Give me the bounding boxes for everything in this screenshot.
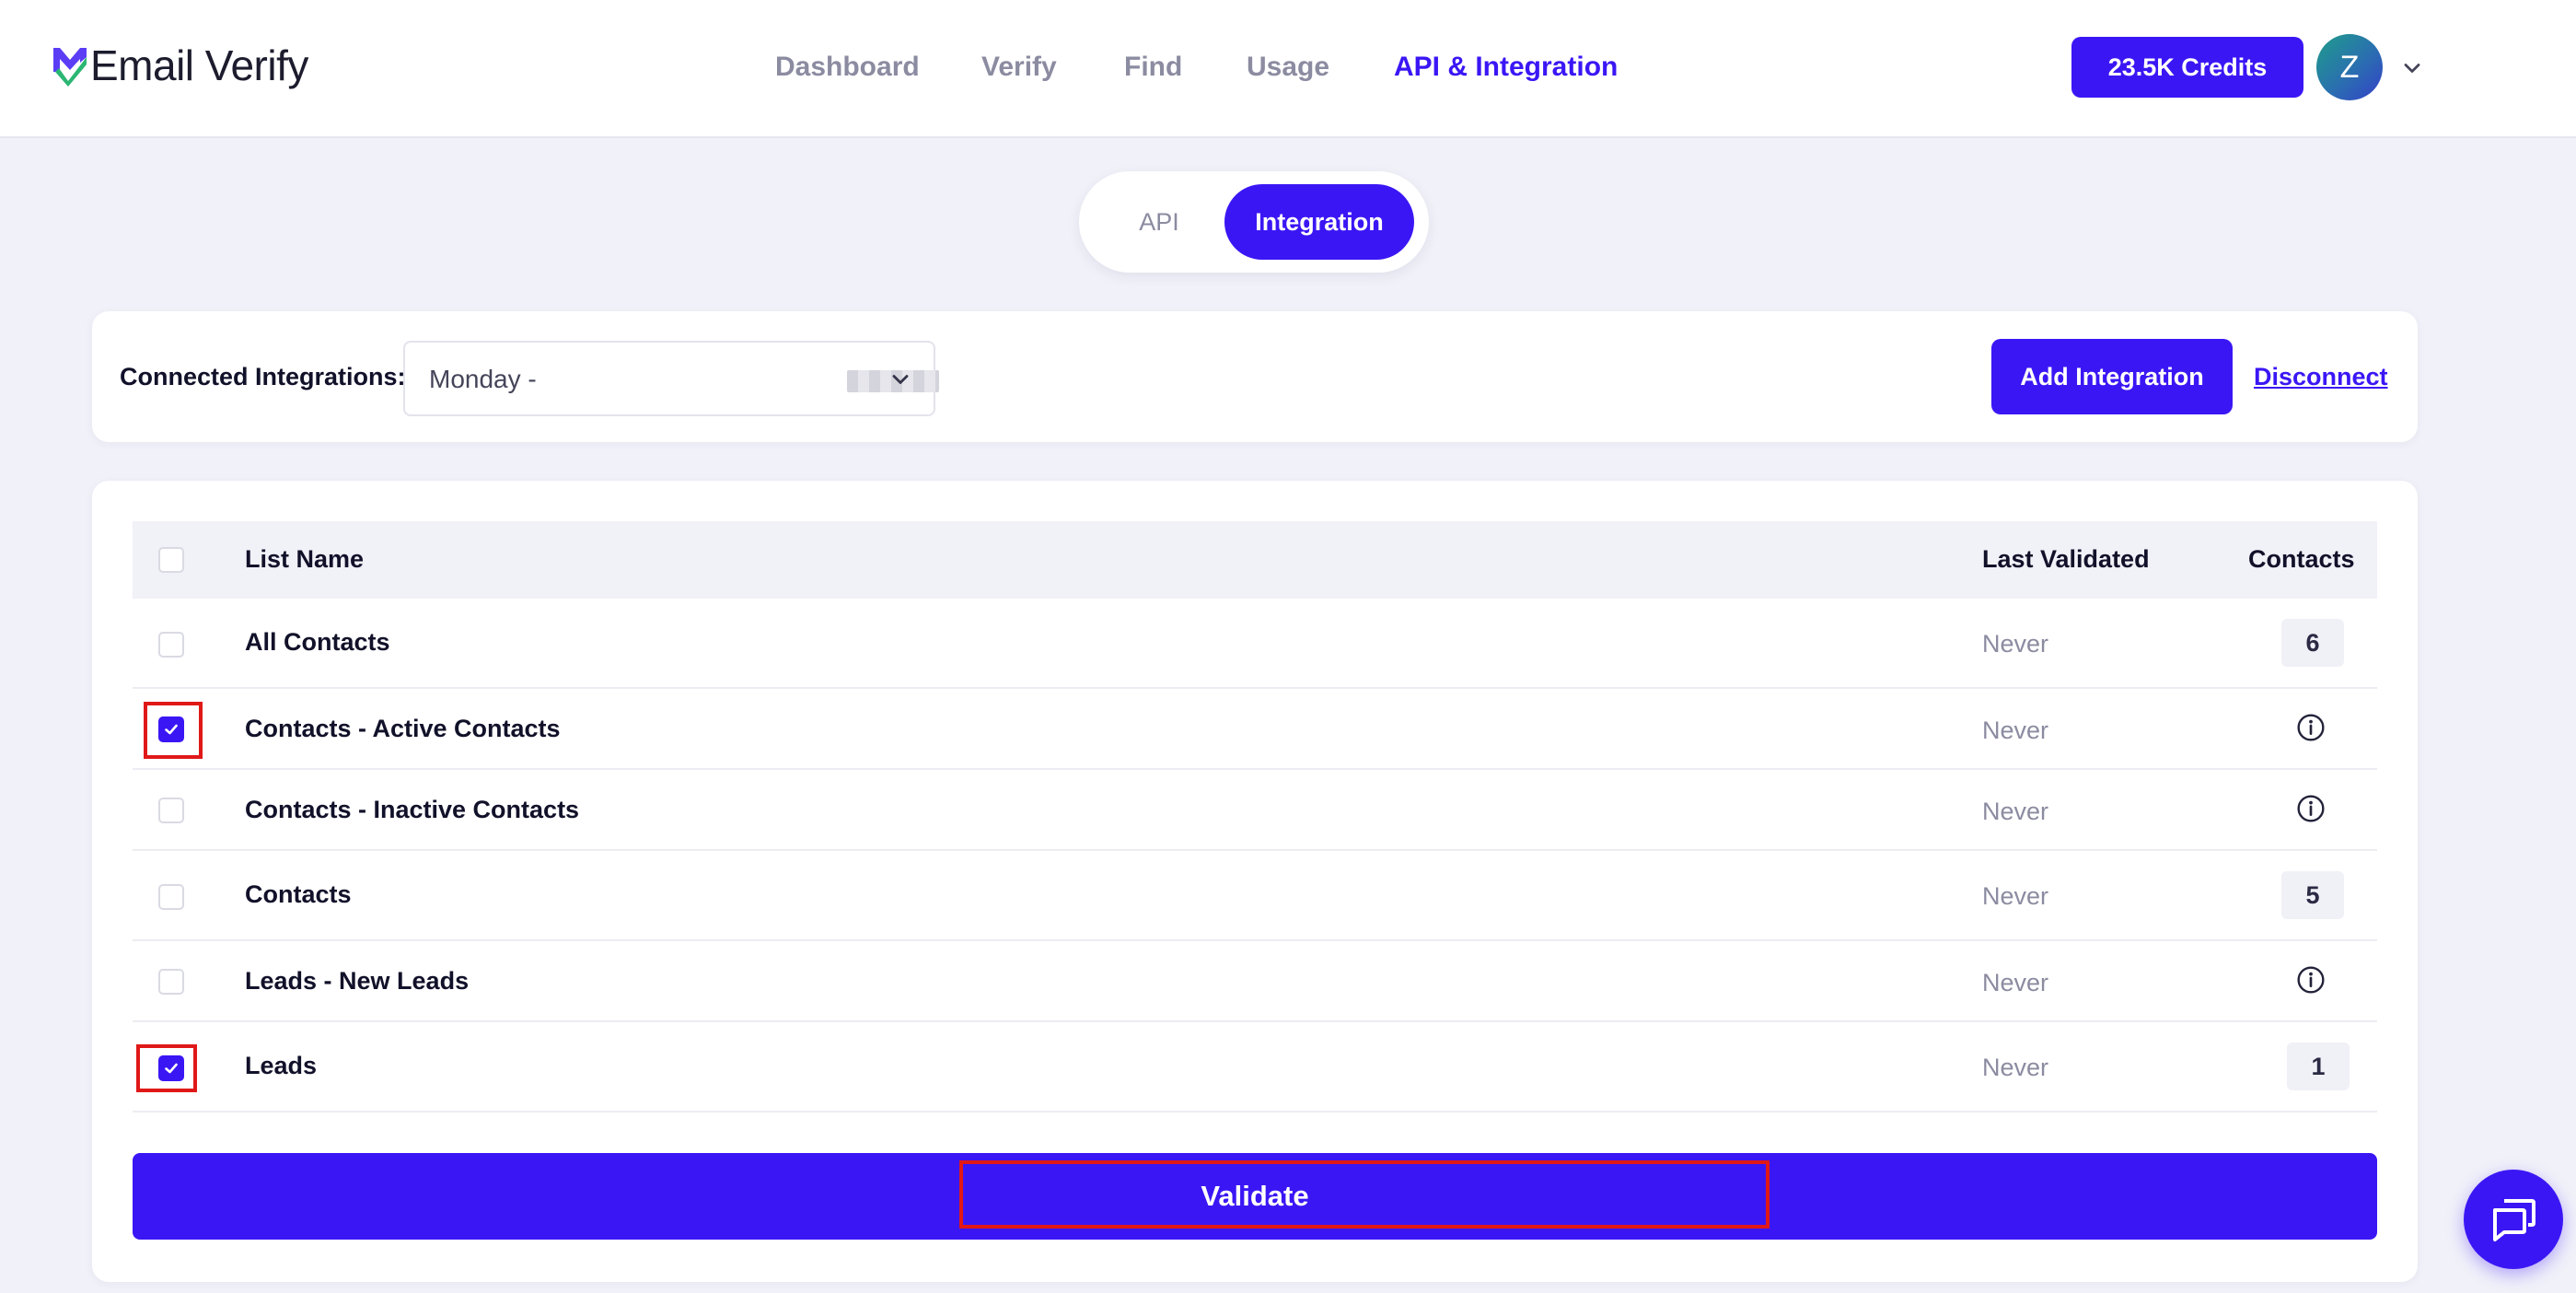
list-name: All Contacts [245,628,390,656]
chevron-down-icon[interactable] [2399,55,2425,81]
row-checkbox[interactable] [158,716,184,742]
table-row[interactable]: Contacts Never 5 [133,851,2377,941]
highlight-box [959,1160,1770,1229]
table-row[interactable]: Contacts - Inactive Contacts Never [133,770,2377,851]
avatar[interactable]: Z [2316,34,2383,100]
api-integration-switch: API Integration [1079,171,1429,273]
select-all-checkbox[interactable] [158,547,184,573]
contacts-count-badge: 6 [2281,619,2344,667]
table-row[interactable]: Contacts - Active Contacts Never [133,689,2377,770]
chevron-down-icon [892,375,909,384]
last-validated: Never [1982,798,2049,825]
nav-api-integration[interactable]: API & Integration [1394,52,1618,83]
logo[interactable]: Email Verify [52,41,308,89]
validate-button[interactable]: Validate [133,1153,2377,1240]
nav-verify[interactable]: Verify [981,52,1057,83]
column-contacts: Contacts [2248,545,2355,573]
list-name: Contacts - Active Contacts [245,715,561,742]
contacts-count-badge: 5 [2281,871,2344,919]
check-icon [165,1063,178,1074]
connected-integrations-card: Connected Integrations: Monday - Add Int… [92,311,2418,442]
validate-label: Validate [1201,1180,1309,1212]
row-checkbox[interactable] [158,1055,184,1081]
lists-table: List Name Last Validated Contacts All Co… [133,521,2377,1112]
table-row[interactable]: Leads - New Leads Never [133,941,2377,1022]
chat-bubbles-icon [2493,1199,2535,1241]
nav-find[interactable]: Find [1124,52,1182,83]
email-verify-logo-icon [53,48,87,87]
row-checkbox[interactable] [158,969,184,995]
last-validated: Never [1982,716,2049,744]
column-list-name: List Name [245,545,365,573]
list-name: Leads [245,1052,318,1079]
column-last-validated: Last Validated [1982,545,2150,573]
integration-select[interactable]: Monday - [403,341,939,416]
last-validated: Never [1982,969,2049,996]
last-validated: Never [1982,882,2049,910]
last-validated: Never [1982,1054,2049,1081]
info-icon[interactable] [2296,713,2326,742]
list-name: Contacts - Inactive Contacts [245,796,580,823]
info-icon[interactable] [2296,965,2326,995]
row-checkbox[interactable] [158,632,184,658]
disconnect-link[interactable]: Disconnect [2254,363,2388,391]
connected-integrations-label: Connected Integrations: [120,363,406,390]
list-name: Contacts [245,880,352,908]
logo-text: Email Verify [90,41,308,89]
credits-button[interactable]: 23.5K Credits [2071,37,2303,98]
chat-button[interactable] [2464,1170,2563,1269]
last-validated: Never [1982,630,2049,658]
row-checkbox[interactable] [158,798,184,823]
nav-usage[interactable]: Usage [1247,52,1329,83]
table-row[interactable]: All Contacts Never 6 [133,599,2377,689]
integration-select-value: Monday - [429,365,537,393]
row-checkbox[interactable] [158,884,184,910]
check-icon [165,724,178,735]
add-integration-button[interactable]: Add Integration [1991,339,2233,414]
lists-card: List Name Last Validated Contacts All Co… [92,481,2418,1282]
top-header: Email Verify Dashboard Verify Find Usage… [0,0,2576,138]
tab-api[interactable]: API [1094,184,1224,260]
table-row[interactable]: Leads Never 1 [133,1022,2377,1112]
info-icon[interactable] [2296,794,2326,823]
list-name: Leads - New Leads [245,967,470,995]
nav-dashboard[interactable]: Dashboard [775,52,920,83]
tab-integration[interactable]: Integration [1224,184,1414,260]
table-header: List Name Last Validated Contacts [133,521,2377,599]
contacts-count-badge: 1 [2287,1043,2350,1090]
